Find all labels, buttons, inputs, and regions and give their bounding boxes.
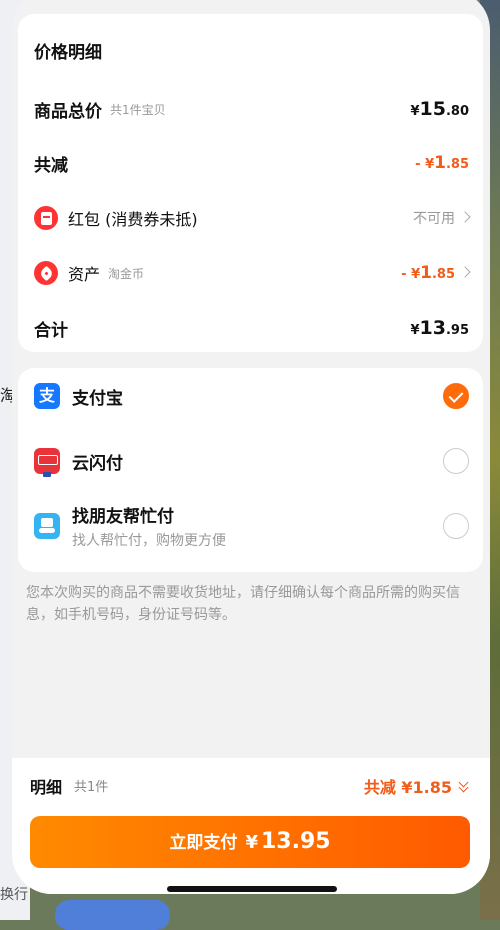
payment-desc: 找人帮忙付，购物更方便 — [72, 533, 226, 549]
item-count: 共1件宝贝 — [110, 102, 166, 117]
payment-name: 支付宝 — [72, 388, 123, 409]
purchase-notice: 您本次购买的商品不需要收货地址，请仔细确认每个商品所需的购买信息，如手机号码，身… — [26, 585, 460, 623]
unionpay-icon — [34, 448, 60, 477]
detail-label[interactable]: 明细 — [30, 774, 62, 798]
pay-button-currency: ¥ — [245, 832, 258, 853]
chevron-right-icon — [459, 211, 471, 223]
underlying-page-button — [55, 900, 170, 930]
detail-reduce-toggle[interactable]: 共减 ¥1.85 — [364, 774, 468, 798]
friend-pay-icon — [34, 513, 60, 539]
assets-integer: 1 — [420, 263, 432, 283]
total-reduce-value: - ¥1.85 — [415, 153, 469, 173]
alipay-icon: 支 — [34, 383, 60, 409]
reduce-integer: 1 — [434, 153, 446, 173]
red-packet-icon — [34, 206, 58, 230]
radio-unchecked-icon[interactable] — [443, 448, 469, 474]
radio-unchecked-icon[interactable] — [443, 513, 469, 539]
total-reduce-label: 共减 — [34, 155, 68, 176]
pay-button-amount: 13.95 — [260, 829, 331, 854]
home-indicator — [167, 886, 337, 892]
pay-button-label: 立即支付 — [169, 833, 238, 853]
tag-icon — [34, 261, 58, 285]
sum-label: 合计 — [34, 320, 68, 341]
price-details-title: 价格明细 — [34, 43, 102, 63]
payment-name: 找朋友帮忙付 — [72, 507, 174, 527]
sum-value: ¥13.95 — [410, 317, 469, 339]
sum-integer: 13 — [419, 317, 446, 339]
assets-prefix: - ¥ — [401, 267, 421, 282]
assets-decimal: .85 — [431, 267, 455, 282]
bottom-bar: 明细 共1件 共减 ¥1.85 立即支付 ¥ 13.95 — [12, 758, 490, 894]
total-price-label: 商品总价 — [34, 101, 102, 122]
currency-symbol: ¥ — [410, 104, 420, 119]
reduce-decimal: .85 — [445, 157, 469, 172]
assets-value: - ¥1.85 — [401, 263, 471, 283]
assets-sub: 淘金币 — [108, 266, 145, 281]
sum-currency: ¥ — [410, 323, 420, 338]
red-packet-status: 不可用 — [413, 208, 471, 228]
total-price-row: 商品总价 共1件宝贝 ¥15.80 — [34, 94, 469, 124]
friend-pay-text: 找朋友帮忙付 找人帮忙付，购物更方便 — [72, 502, 226, 550]
total-price-value: ¥15.80 — [410, 98, 469, 120]
sum-decimal: .95 — [445, 323, 469, 338]
assets-row[interactable]: 资产 淘金币 - ¥1.85 — [34, 258, 471, 288]
red-packet-value: 不可用 — [413, 211, 455, 227]
payment-option-unionpay[interactable]: 云闪付 — [34, 448, 469, 477]
total-reduce-row: 共减 - ¥1.85 — [34, 148, 469, 178]
checkout-sheet: 价格明细 商品总价 共1件宝贝 ¥15.80 共减 - ¥1.85 红包 (消费… — [12, 0, 490, 894]
reduce-prefix: - ¥ — [415, 157, 435, 172]
total-price-decimal: .80 — [445, 104, 469, 119]
price-details-card: 价格明细 商品总价 共1件宝贝 ¥15.80 共减 - ¥1.85 红包 (消费… — [18, 14, 483, 352]
payment-option-alipay[interactable]: 支 支付宝 — [34, 383, 469, 409]
total-price-integer: 15 — [419, 98, 446, 120]
assets-label: 资产 — [68, 265, 101, 284]
payment-methods-card: 支 支付宝 云闪付 找朋友帮忙付 找人帮忙付，购物更方便 — [18, 368, 483, 572]
radio-checked-icon[interactable] — [443, 383, 469, 409]
payment-name: 云闪付 — [72, 453, 123, 474]
payment-option-friend-pay[interactable]: 找朋友帮忙付 找人帮忙付，购物更方便 — [34, 502, 469, 550]
detail-count: 共1件 — [74, 780, 109, 795]
double-chevron-down-icon — [458, 780, 468, 792]
red-packet-row[interactable]: 红包 (消费券未抵) 不可用 — [34, 203, 471, 233]
pay-now-button[interactable]: 立即支付 ¥ 13.95 — [30, 816, 470, 868]
sum-row: 合计 ¥13.95 — [34, 313, 469, 343]
detail-reduce-text: 共减 ¥1.85 — [363, 778, 452, 797]
red-packet-label: 红包 (消费券未抵) — [68, 210, 198, 229]
chevron-right-icon — [459, 266, 471, 278]
